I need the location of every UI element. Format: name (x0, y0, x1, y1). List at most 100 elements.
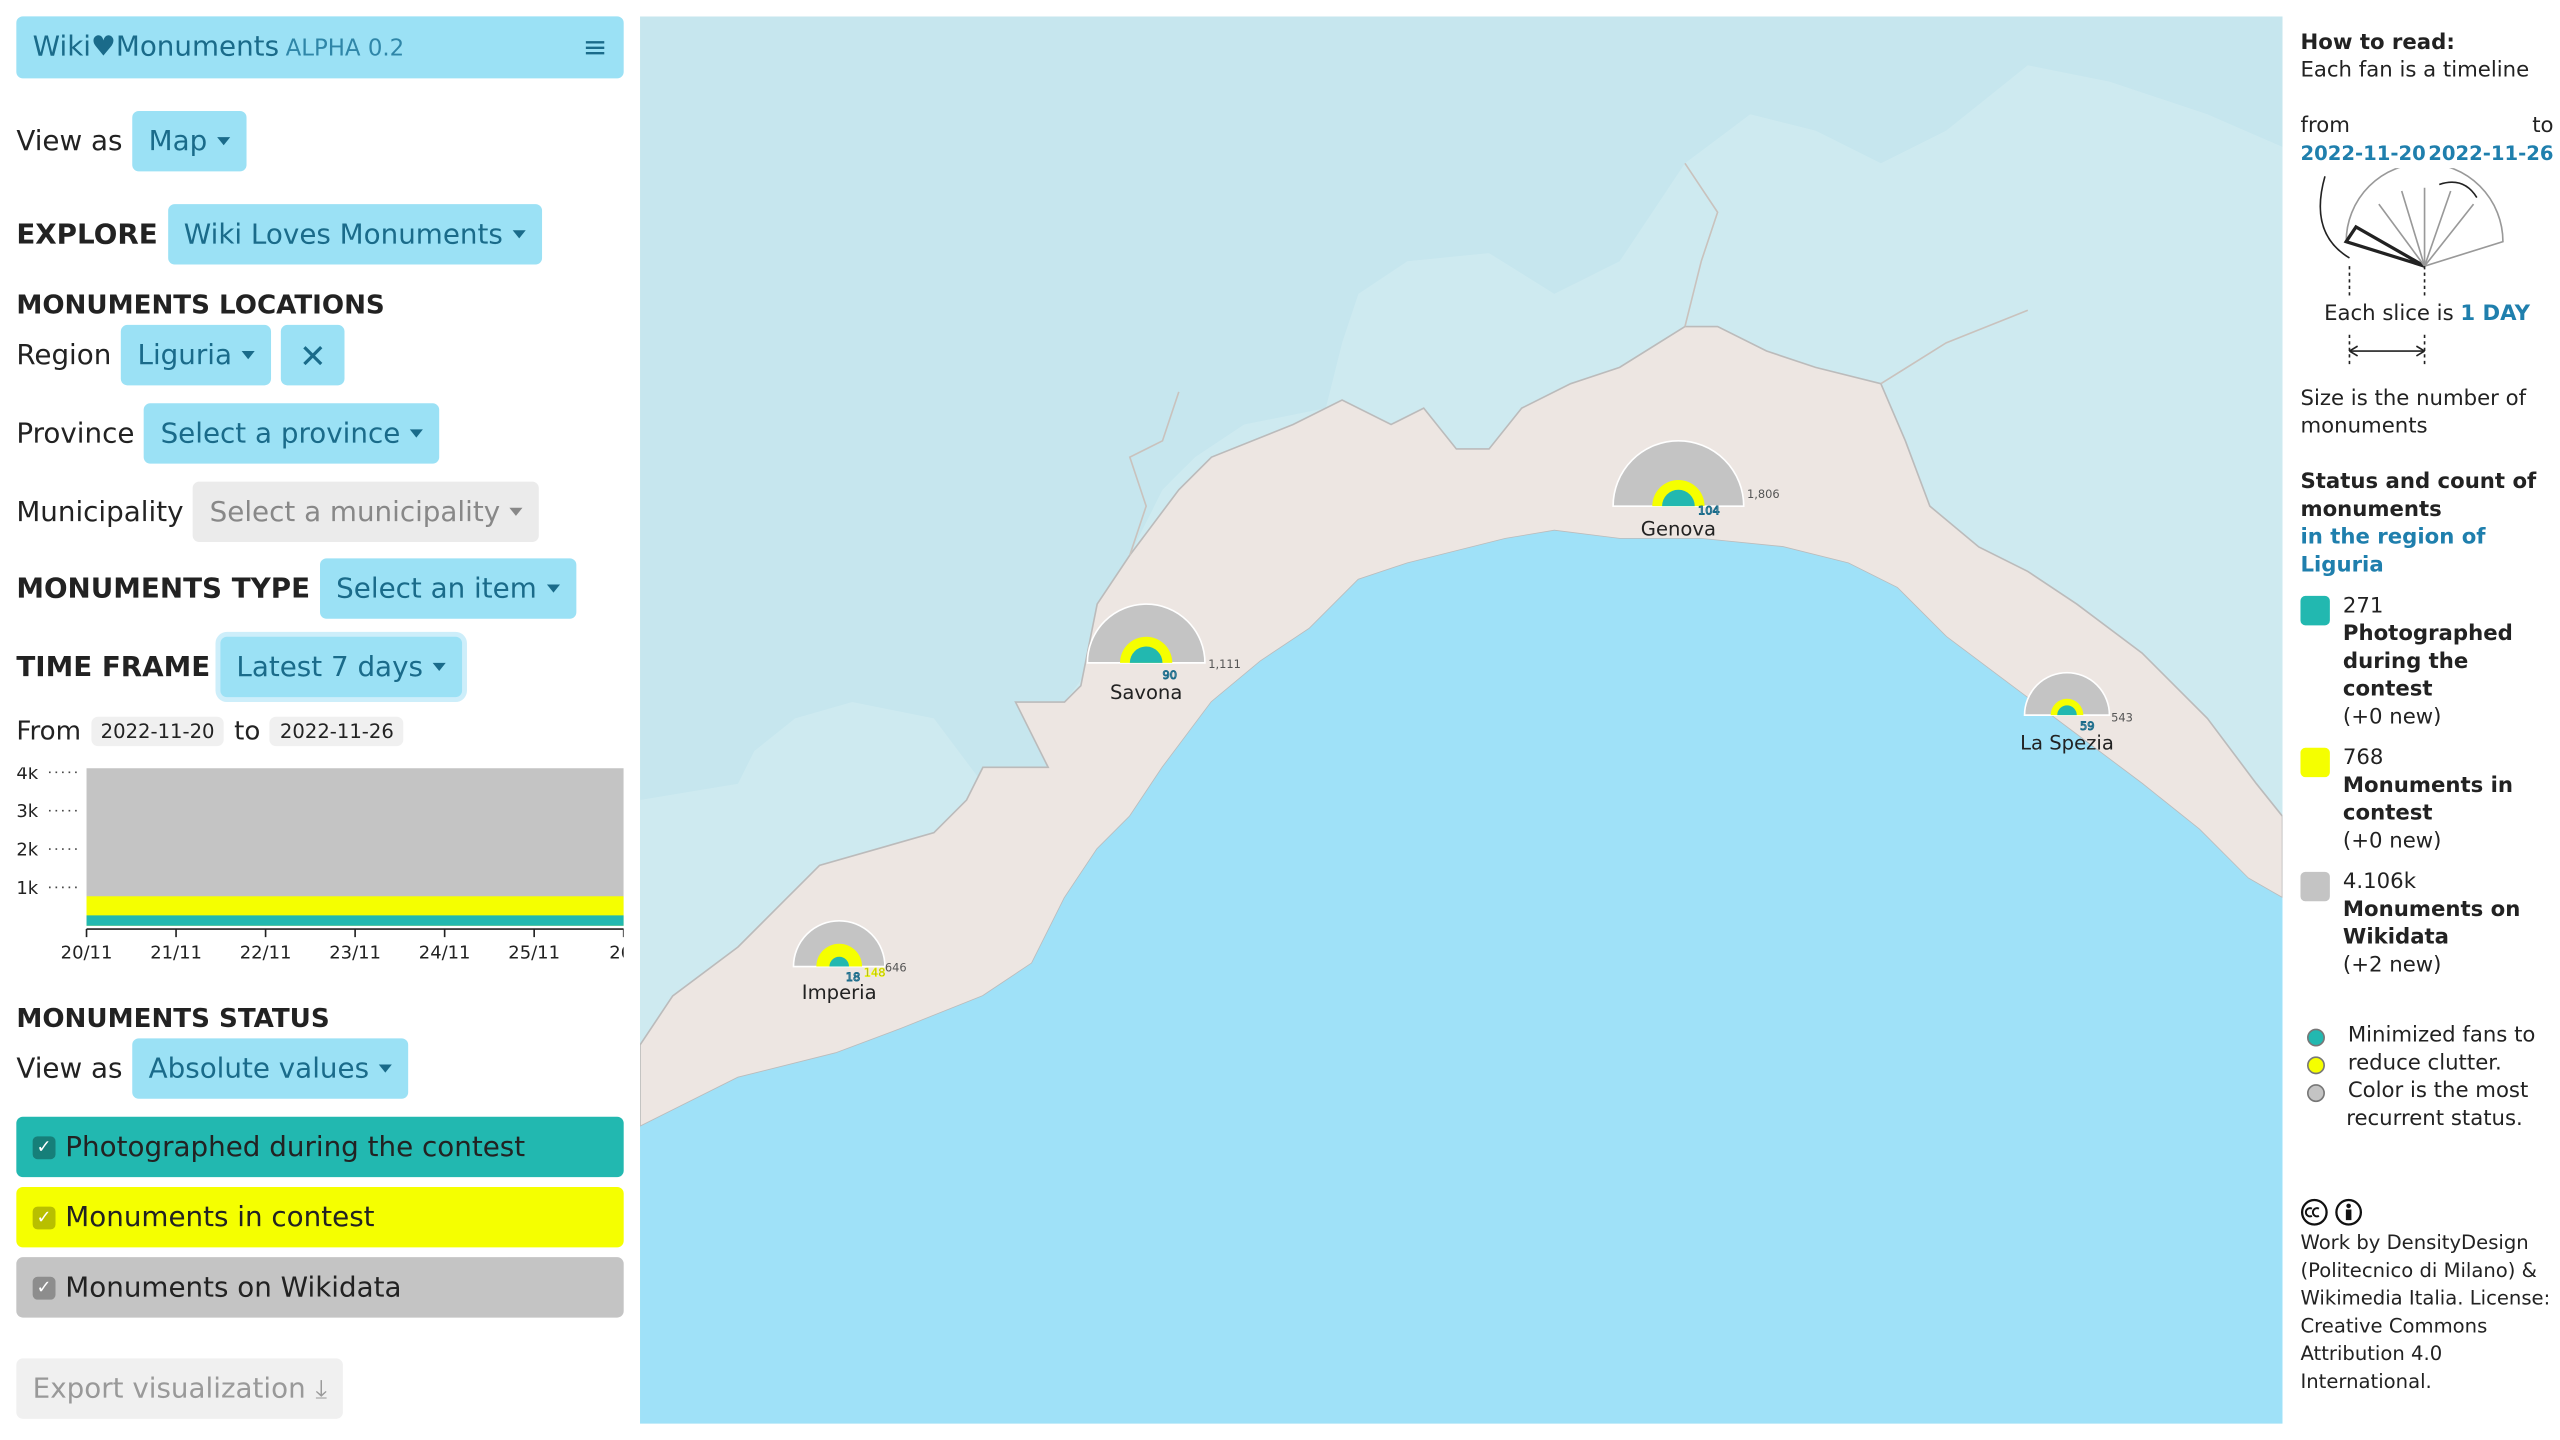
swatch-wikidata (2300, 871, 2330, 902)
type-label: MONUMENTS TYPE (16, 572, 311, 605)
from-date[interactable]: 2022-11-20 (90, 715, 225, 746)
legend-from-label: from (2300, 114, 2350, 139)
status-view-dropdown[interactable]: Absolute values (132, 1038, 409, 1099)
chevron-down-icon (410, 429, 424, 438)
chevron-down-icon (509, 507, 524, 516)
timeline-chart: 4k 3k 2k 1k 20/11 21/11 22/11 23/11 24/11 25/11 26… (16, 767, 624, 963)
wikidata-label: Monuments on Wikidata (2342, 897, 2521, 951)
checkbox-icon[interactable]: ✓ (32, 1275, 56, 1299)
status-title: Status and count of monuments (2300, 470, 2537, 523)
status-toggle-in-contest[interactable]: ✓ Monuments in contest (16, 1186, 624, 1248)
explore-value: Wiki Loves Monuments (183, 217, 503, 251)
chevron-down-icon (217, 137, 231, 146)
in-contest-delta: (+0 new) (2342, 829, 2442, 854)
slice-width-diagram (2348, 334, 2426, 368)
region-dropdown[interactable]: Liguria (121, 324, 272, 386)
explore-dropdown[interactable]: Wiki Loves Monuments (167, 204, 543, 265)
map-view[interactable]: 104 1,806 Genova 90 1,111 Savona 18 148 … (640, 16, 2283, 1424)
legend-from-date: 2022-11-20 (2300, 142, 2426, 165)
legend-to-date: 2022-11-26 (2428, 142, 2554, 165)
timeframe-value: Latest 7 days (236, 650, 423, 684)
x-tick-label: 22/11 (240, 942, 292, 963)
how-to-read-sub: Each fan is a timeline (2300, 58, 2530, 84)
view-as-row: View as Map (16, 111, 247, 172)
locations-heading: MONUMENTS LOCATIONS (16, 288, 385, 321)
fan-imperia[interactable]: 18 148 646 Imperia (761, 918, 957, 1026)
type-dropdown[interactable]: Select an item (319, 558, 576, 619)
timeframe-dropdown[interactable]: Latest 7 days (220, 636, 463, 698)
fan-diagram (2319, 162, 2504, 299)
attribution-icon (2335, 1198, 2363, 1226)
to-label: to (234, 715, 261, 747)
slice-text: Each slice is (2324, 302, 2454, 327)
x-tick-label: 23/11 (329, 942, 381, 963)
chevron-down-icon (546, 584, 560, 593)
municipality-dropdown[interactable]: Select a municipality (193, 481, 540, 543)
x-tick-label: 26/ (609, 942, 623, 963)
chevron-down-icon (512, 230, 526, 239)
app-name: Wiki♥Monuments (32, 31, 280, 64)
status-toggle-wikidata[interactable]: ✓ Monuments on Wikidata (16, 1257, 624, 1318)
chevron-down-icon (241, 351, 255, 360)
status-view-value: Absolute values (148, 1052, 370, 1085)
app-header: Wiki♥Monuments ALPHA 0.2 ≡ (16, 16, 624, 79)
sidebar: Wiki♥Monuments ALPHA 0.2 ≡ View as Map EX… (16, 16, 624, 1430)
checkbox-icon[interactable]: ✓ (32, 1135, 56, 1159)
size-text: Size is the number of monuments (2300, 386, 2527, 440)
region-row: Region Liguria ✕ (16, 324, 345, 386)
status-wikidata-label: Monuments on Wikidata (65, 1271, 402, 1304)
municipality-value: Select a municipality (209, 495, 501, 529)
mini-line-3: Color is the most (2347, 1079, 2529, 1104)
province-label: Province (16, 417, 135, 450)
in-contest-count: 768 (2342, 746, 2384, 771)
view-as-value: Map (148, 124, 208, 158)
imperia-contest: 148 (864, 965, 886, 979)
savona-total: 1,111 (1208, 657, 1241, 671)
how-to-read-title: How to read: (2300, 31, 2455, 56)
status-view-label: View as (16, 1052, 123, 1085)
status-toggle-photographed[interactable]: ✓ Photographed during the contest (16, 1116, 624, 1178)
status-in-contest-label: Monuments in contest (65, 1200, 375, 1234)
clear-region-button[interactable]: ✕ (280, 324, 345, 386)
legend-item-in-contest: 768 Monuments in contest (+0 new) (2300, 745, 2553, 856)
fan-la-spezia[interactable]: 59 543 La Spezia (1989, 663, 2185, 771)
mini-line-1: Minimized fans to (2347, 1023, 2536, 1049)
y-tick-label: 3k (16, 801, 38, 822)
dot-teal (2307, 1028, 2325, 1047)
hamburger-menu-icon[interactable]: ≡ (583, 30, 608, 64)
province-dropdown[interactable]: Select a province (144, 403, 440, 464)
fan-savona[interactable]: 90 1,111 Savona (1068, 601, 1264, 725)
export-button[interactable]: Export visualization ⤓ (16, 1358, 344, 1419)
genova-total: 1,806 (1747, 487, 1780, 501)
x-tick-label: 20/11 (61, 942, 113, 963)
savona-label: Savona (1110, 681, 1182, 704)
x-tick-label: 21/11 (150, 942, 202, 963)
legend-item-wikidata: 4.106k Monuments on Wikidata (+2 new) (2300, 869, 2553, 980)
legend-panel: How to read: Each fan is a timeline from… (2300, 29, 2554, 1396)
to-date[interactable]: 2022-11-26 (270, 715, 404, 746)
view-as-dropdown[interactable]: Map (132, 111, 247, 172)
photographed-count: 271 (2342, 594, 2384, 619)
slice-unit: 1 DAY (2460, 302, 2530, 327)
app-title[interactable]: Wiki♥Monuments ALPHA 0.2 (33, 31, 405, 64)
municipality-label: Municipality (16, 495, 184, 529)
mini-line-2: reduce clutter. (2347, 1051, 2502, 1076)
wikidata-count: 4.106k (2342, 870, 2416, 895)
explore-label: EXPLORE (16, 217, 158, 251)
genova-label: Genova (1641, 518, 1716, 541)
status-view-row: View as Absolute values (16, 1038, 409, 1099)
swatch-photographed (2300, 595, 2330, 626)
wikidata-delta: (+2 new) (2342, 953, 2442, 978)
fan-genova[interactable]: 104 1,806 Genova (1597, 425, 1793, 549)
explore-row: EXPLORE Wiki Loves Monuments (16, 204, 543, 265)
imperia-label: Imperia (802, 981, 877, 1004)
checkbox-icon[interactable]: ✓ (32, 1205, 56, 1229)
view-as-label: View as (16, 124, 123, 158)
timeframe-label: TIME FRAME (16, 650, 211, 684)
y-tick-label: 2k (16, 840, 38, 861)
timeframe-row: TIME FRAME Latest 7 days (16, 636, 463, 698)
in-contest-label: Monuments in contest (2342, 773, 2514, 827)
dot-yellow (2307, 1056, 2325, 1075)
export-label: Export visualization (32, 1372, 306, 1405)
area-series-2 (86, 915, 624, 926)
